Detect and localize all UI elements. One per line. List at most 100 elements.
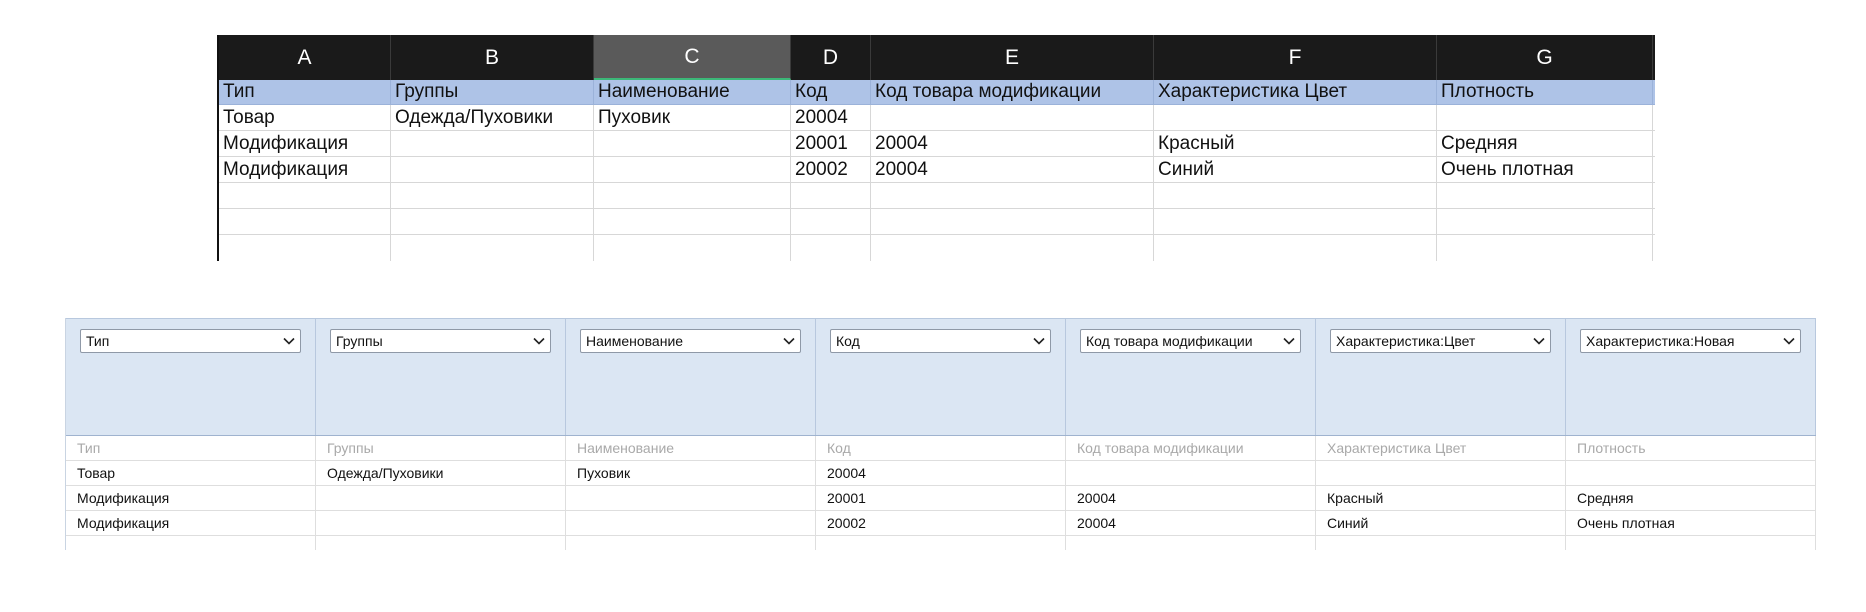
- chevron-down-icon: [1282, 334, 1296, 348]
- column-header-d[interactable]: D: [791, 35, 871, 80]
- source-header-cell: Код: [816, 436, 1066, 460]
- sheet-cell[interactable]: [1154, 183, 1437, 208]
- sheet-row: Модификация 20002 20004 Синий Очень плот…: [219, 157, 1655, 183]
- table-cell: [316, 511, 566, 535]
- source-header-cell: Код товара модификации: [1066, 436, 1316, 460]
- chevron-down-icon: [1532, 334, 1546, 348]
- sheet-cell[interactable]: [391, 235, 594, 261]
- sheet-cell[interactable]: [1437, 183, 1653, 208]
- sheet-cell[interactable]: Группы: [391, 80, 594, 104]
- sheet-cell[interactable]: [219, 235, 391, 261]
- mapping-column: Код товара модификации: [1066, 319, 1316, 435]
- sheet-cell[interactable]: [791, 235, 871, 261]
- chevron-down-icon: [282, 334, 296, 348]
- column-type-select[interactable]: Код товара модификации: [1080, 329, 1301, 353]
- sheet-cell[interactable]: [871, 183, 1154, 208]
- sheet-cell[interactable]: [594, 235, 791, 261]
- sheet-cell[interactable]: 20004: [871, 157, 1154, 182]
- sheet-cell[interactable]: [391, 131, 594, 156]
- table-row: Модификация 20002 20004 Синий Очень плот…: [66, 511, 1816, 536]
- table-cell: [1316, 461, 1566, 485]
- sheet-cell[interactable]: Синий: [1154, 157, 1437, 182]
- sheet-cell[interactable]: Модификация: [219, 157, 391, 182]
- source-header-row: Тип Группы Наименование Код Код товара м…: [66, 436, 1816, 461]
- sheet-cell[interactable]: [791, 183, 871, 208]
- sheet-cell[interactable]: [1154, 235, 1437, 261]
- sheet-cell[interactable]: [1437, 209, 1653, 234]
- select-value: Наименование: [586, 333, 684, 349]
- sheet-cell[interactable]: Код товара модификации: [871, 80, 1154, 104]
- table-cell: Синий: [1316, 511, 1566, 535]
- table-cell: Модификация: [66, 511, 316, 535]
- column-header-c[interactable]: C: [594, 35, 791, 80]
- sheet-cell[interactable]: [219, 209, 391, 234]
- column-type-select[interactable]: Наименование: [580, 329, 801, 353]
- column-header-e[interactable]: E: [871, 35, 1154, 80]
- column-type-select[interactable]: Характеристика:Цвет: [1330, 329, 1551, 353]
- sheet-cell[interactable]: [871, 235, 1154, 261]
- table-cell: Средняя: [1566, 486, 1816, 510]
- source-header-cell: Характеристика Цвет: [1316, 436, 1566, 460]
- column-type-select[interactable]: Характеристика:Новая: [1580, 329, 1801, 353]
- sheet-cell[interactable]: [1437, 105, 1653, 130]
- sheet-cell[interactable]: Наименование: [594, 80, 791, 104]
- column-header-b[interactable]: B: [391, 35, 594, 80]
- sheet-cell[interactable]: [594, 157, 791, 182]
- import-mapping-table: Тип Группы Наименование Код Код товара м…: [65, 318, 1816, 550]
- sheet-cell[interactable]: 20004: [871, 131, 1154, 156]
- sheet-cell[interactable]: Модификация: [219, 131, 391, 156]
- sheet-cell[interactable]: [594, 183, 791, 208]
- select-value: Тип: [86, 333, 110, 349]
- sheet-cell[interactable]: [791, 209, 871, 234]
- table-row: Товар Одежда/Пуховики Пуховик 20004: [66, 461, 1816, 486]
- table-cell: Красный: [1316, 486, 1566, 510]
- source-header-cell: Плотность: [1566, 436, 1816, 460]
- table-cell: [1066, 461, 1316, 485]
- table-cell: Очень плотная: [1566, 511, 1816, 535]
- table-cell: [566, 536, 816, 550]
- sheet-cell[interactable]: Пуховик: [594, 105, 791, 130]
- sheet-cell[interactable]: [391, 183, 594, 208]
- sheet-cell[interactable]: Средняя: [1437, 131, 1653, 156]
- sheet-cell[interactable]: Плотность: [1437, 80, 1653, 104]
- sheet-cell[interactable]: 20004: [791, 105, 871, 130]
- sheet-cell[interactable]: Очень плотная: [1437, 157, 1653, 182]
- table-cell: [1566, 536, 1816, 550]
- sheet-cell[interactable]: Код: [791, 80, 871, 104]
- table-cell: Модификация: [66, 486, 316, 510]
- sheet-cell[interactable]: Красный: [1154, 131, 1437, 156]
- sheet-cell[interactable]: [219, 183, 391, 208]
- table-cell: [1066, 536, 1316, 550]
- source-header-cell: Группы: [316, 436, 566, 460]
- sheet-cell[interactable]: [594, 209, 791, 234]
- column-header-a[interactable]: A: [219, 35, 391, 80]
- sheet-cell[interactable]: [1154, 209, 1437, 234]
- column-header-f[interactable]: F: [1154, 35, 1437, 80]
- sheet-cell[interactable]: 20001: [791, 131, 871, 156]
- select-value: Код: [836, 333, 860, 349]
- mapping-select-row: Тип Группы Наименование Код Код товара м…: [66, 318, 1816, 436]
- sheet-cell[interactable]: [391, 157, 594, 182]
- mapping-column: Группы: [316, 319, 566, 435]
- sheet-cell[interactable]: [871, 105, 1154, 130]
- sheet-cell[interactable]: [1437, 235, 1653, 261]
- sheet-cell[interactable]: [391, 209, 594, 234]
- mapping-column: Характеристика:Новая: [1566, 319, 1816, 435]
- column-header-bar: A B C D E F G: [219, 35, 1655, 80]
- table-cell: [316, 536, 566, 550]
- column-type-select[interactable]: Группы: [330, 329, 551, 353]
- column-header-g[interactable]: G: [1437, 35, 1653, 80]
- sheet-cell[interactable]: Одежда/Пуховики: [391, 105, 594, 130]
- sheet-cell[interactable]: [871, 209, 1154, 234]
- sheet-cell[interactable]: Характеристика Цвет: [1154, 80, 1437, 104]
- column-type-select[interactable]: Тип: [80, 329, 301, 353]
- source-header-cell: Наименование: [566, 436, 816, 460]
- select-value: Характеристика:Цвет: [1336, 333, 1476, 349]
- mapping-column: Тип: [66, 319, 316, 435]
- sheet-cell[interactable]: Тип: [219, 80, 391, 104]
- sheet-cell[interactable]: [1154, 105, 1437, 130]
- sheet-cell[interactable]: Товар: [219, 105, 391, 130]
- column-type-select[interactable]: Код: [830, 329, 1051, 353]
- sheet-cell[interactable]: [594, 131, 791, 156]
- sheet-cell[interactable]: 20002: [791, 157, 871, 182]
